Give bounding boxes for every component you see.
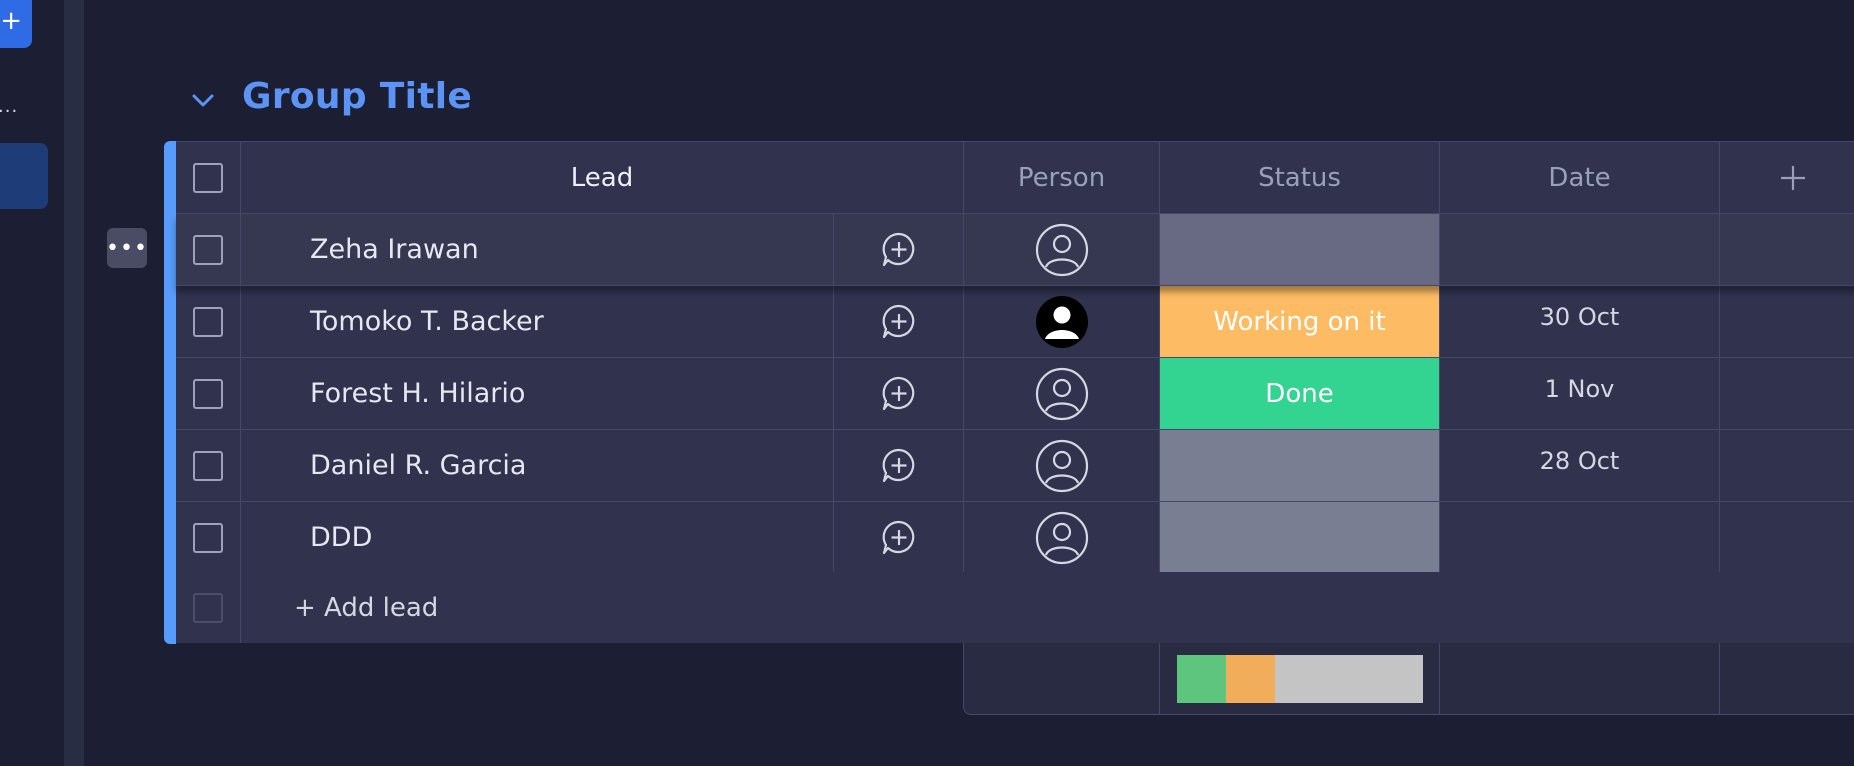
plus-icon [1781, 165, 1805, 190]
summary-divider [1439, 643, 1440, 714]
column-summary [963, 643, 1854, 715]
table-row[interactable]: Daniel R. Garcia 28 Oct [176, 430, 1854, 502]
column-header-status[interactable]: Status [1160, 142, 1440, 213]
status-summary-bar[interactable] [1177, 655, 1423, 703]
sidebar-active-item[interactable] [0, 143, 48, 209]
lead-name[interactable]: Zeha Irawan [241, 214, 834, 285]
table-row[interactable]: DDD [176, 502, 1854, 574]
status-label: Done [1160, 358, 1439, 429]
person-cell[interactable] [964, 502, 1160, 573]
add-item-button[interactable]: + [0, 0, 32, 48]
status-cell[interactable] [1160, 502, 1440, 573]
column-header-date[interactable]: Date [1440, 142, 1720, 213]
status-cell[interactable] [1160, 214, 1440, 285]
sidebar-divider [64, 0, 84, 766]
group-color-bar [164, 141, 176, 644]
row-checkbox-cell [176, 214, 241, 285]
table-row[interactable]: Forest H. Hilario Done 1 Nov [176, 358, 1854, 430]
lead-name[interactable]: DDD [241, 502, 834, 573]
status-cell[interactable]: Working on it [1160, 286, 1440, 357]
add-update-button[interactable] [834, 430, 964, 501]
person-icon [1035, 367, 1088, 420]
add-update-button[interactable] [834, 358, 964, 429]
date-cell[interactable] [1440, 502, 1720, 573]
add-update-icon [882, 304, 914, 338]
status-label [1160, 430, 1439, 501]
summary-divider [1159, 643, 1160, 714]
status-label [1160, 502, 1439, 573]
column-header-person[interactable]: Person [964, 142, 1160, 213]
row-checkbox-cell [176, 286, 241, 357]
person-icon [1035, 223, 1088, 276]
date-cell[interactable] [1440, 214, 1720, 285]
person-cell[interactable] [964, 358, 1160, 429]
add-update-button[interactable] [834, 214, 964, 285]
add-update-icon [882, 448, 914, 482]
person-avatar-icon [1035, 295, 1088, 348]
status-cell[interactable]: Done [1160, 358, 1440, 429]
summary-segment [1177, 655, 1227, 703]
date-cell[interactable]: 30 Oct [1440, 286, 1720, 357]
empty-cell [1720, 430, 1854, 501]
date-cell[interactable]: 28 Oct [1440, 430, 1720, 501]
add-update-button[interactable] [834, 502, 964, 573]
add-update-icon [882, 232, 914, 266]
row-checkbox-cell [176, 502, 241, 573]
add-lead-input[interactable]: + Add lead [294, 572, 438, 643]
add-update-icon [882, 376, 914, 410]
sidebar-more-text: ... [0, 96, 19, 117]
add-update-button[interactable] [834, 286, 964, 357]
add-row-checkbox-cell [176, 572, 241, 643]
lead-name[interactable]: Forest H. Hilario [241, 358, 834, 429]
person-cell[interactable] [964, 430, 1160, 501]
status-label [1160, 214, 1439, 285]
summary-divider [1719, 643, 1720, 714]
row-checkbox[interactable] [193, 306, 223, 337]
date-value: 28 Oct [1539, 446, 1620, 475]
empty-cell [1720, 286, 1854, 357]
person-icon [1035, 511, 1088, 564]
row-checkbox[interactable] [193, 450, 223, 481]
table-header: Lead Person Status Date [176, 141, 1854, 214]
chevron-down-icon[interactable] [190, 88, 216, 114]
add-row: + Add lead [176, 572, 1854, 643]
summary-segment [1226, 655, 1276, 703]
column-header-lead[interactable]: Lead [241, 142, 964, 213]
person-cell[interactable] [964, 286, 1160, 357]
header-checkbox-cell [176, 142, 241, 213]
lead-name[interactable]: Tomoko T. Backer [241, 286, 834, 357]
row-checkbox[interactable] [193, 378, 223, 409]
row-checkbox-cell [176, 430, 241, 501]
row-checkbox-cell [176, 358, 241, 429]
empty-cell [1720, 358, 1854, 429]
person-icon [1035, 439, 1088, 492]
add-update-icon [882, 520, 914, 554]
date-value: 30 Oct [1539, 302, 1620, 331]
sidebar: + ... [0, 0, 64, 766]
select-all-checkbox[interactable] [193, 162, 223, 193]
date-value: 1 Nov [1544, 374, 1615, 403]
empty-cell [1720, 502, 1854, 573]
table-row[interactable]: Zeha Irawan [176, 214, 1854, 286]
row-checkbox[interactable] [193, 522, 223, 553]
row-checkbox[interactable] [193, 234, 223, 265]
group-title[interactable]: Group Title [242, 76, 472, 117]
status-cell[interactable] [1160, 430, 1440, 501]
add-row-checkbox [193, 592, 223, 623]
empty-cell [1720, 214, 1854, 285]
summary-segment [1275, 655, 1423, 703]
date-cell[interactable]: 1 Nov [1440, 358, 1720, 429]
table-row[interactable]: Tomoko T. Backer Working on it 30 Oct [176, 286, 1854, 358]
lead-name[interactable]: Daniel R. Garcia [241, 430, 834, 501]
person-cell[interactable] [964, 214, 1160, 285]
row-menu-button[interactable]: ••• [106, 228, 147, 268]
status-label: Working on it [1160, 286, 1439, 357]
add-column-button[interactable] [1720, 142, 1854, 213]
